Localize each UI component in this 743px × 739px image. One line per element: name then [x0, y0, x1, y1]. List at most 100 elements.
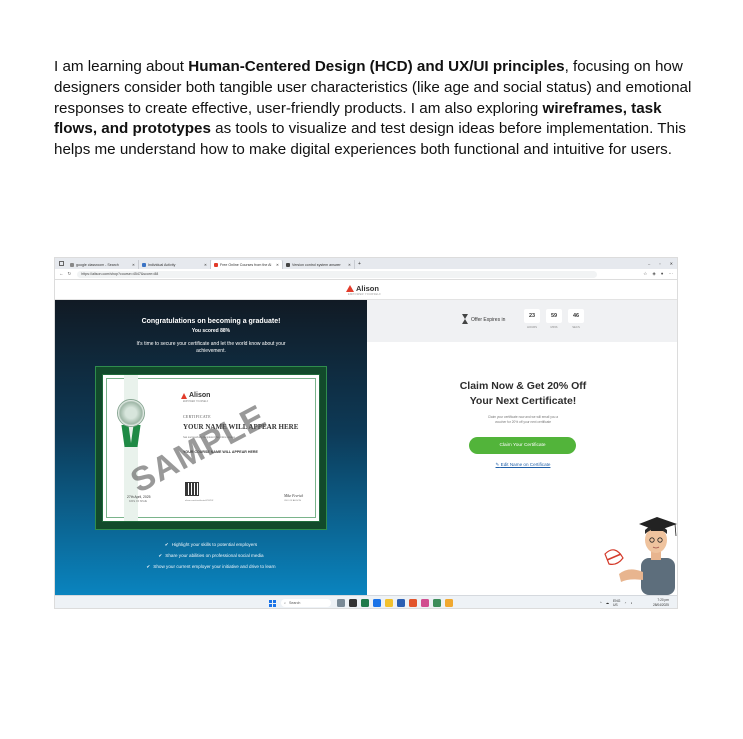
offer-label: Offer Expires in	[471, 317, 506, 323]
certificate-verify: alison.com/certificate/XXXXX	[185, 500, 214, 502]
clock-time: 7:20 pm	[657, 598, 669, 602]
claim-subtext: Claim your certificate now and we will e…	[487, 415, 559, 424]
certificate-preview: Alison EMPOWER YOURSELF CERTIFICATE YOUR…	[102, 374, 320, 522]
tab-label: Individual Activity	[148, 262, 176, 267]
clock-date: 28/04/2025	[653, 602, 669, 607]
url-text: https://alison.com/shop?course=4547&scor…	[81, 272, 159, 276]
taskbar-search-text: Search	[289, 601, 301, 605]
certificate-logo-text: Alison	[189, 392, 211, 399]
claim-heading: Claim Now & Get 20% Off Your Next Certifi…	[367, 379, 677, 409]
check-icon: ✔	[164, 542, 169, 547]
region-text: US	[612, 603, 618, 607]
browser-tab-2[interactable]: Individual Activity ✕	[139, 260, 211, 269]
certificate-signature-label: CEO OF ALISON	[284, 500, 301, 502]
paragraph-text-1: I am learning about	[54, 58, 189, 75]
clock[interactable]: 7:20 pm 28/04/2025	[653, 598, 669, 607]
certificate-logo-sub: EMPOWER YOURSELF	[183, 401, 209, 403]
taskbar-search[interactable]: ⌕ Search	[281, 599, 331, 607]
extensions-icon[interactable]: ◈	[652, 271, 655, 277]
tab-favicon-icon	[70, 262, 74, 267]
certificate-signature: Mike Feerick	[284, 494, 304, 498]
countdown-value: 46	[568, 309, 584, 323]
countdown-value: 59	[546, 309, 562, 323]
tab-close-icon[interactable]: ✕	[348, 263, 351, 267]
edit-name-link[interactable]: ✎ Edit Name on Certificate	[367, 462, 677, 468]
powerpoint-icon[interactable]	[409, 599, 417, 607]
word-icon[interactable]	[397, 599, 405, 607]
tab-label: google classroom - Search	[76, 262, 119, 267]
store-icon[interactable]	[433, 599, 441, 607]
score-text: You scored 88%	[191, 328, 231, 334]
chrome-icon[interactable]	[373, 599, 381, 607]
lang-indicator: ENG US	[613, 599, 620, 607]
tab-close-icon[interactable]: ✕	[204, 263, 207, 267]
address-bar: ← ↻ https://alison.com/shop?course=4547&…	[55, 269, 677, 280]
browser-tab-4[interactable]: Version control system answer ✕	[283, 260, 355, 269]
reload-icon[interactable]: ↻	[68, 271, 72, 277]
offer-banner: Offer Expires in 23 HOURS 59 MINS 46 SECS	[367, 300, 677, 342]
folder-icon[interactable]	[445, 599, 453, 607]
menu-icon[interactable]: ⋯	[669, 271, 674, 277]
cloud-icon[interactable]: ☁	[606, 601, 609, 605]
check-icon: ✔	[158, 553, 163, 558]
tab-close-icon[interactable]: ✕	[132, 263, 135, 267]
offer-panel: Offer Expires in 23 HOURS 59 MINS 46 SECS C…	[367, 300, 677, 595]
browser-tab-bar: google classroom - Search ✕ Individual Ac…	[55, 258, 677, 269]
task-view-icon[interactable]	[349, 599, 357, 607]
countdown-hours: 23 HOURS	[524, 309, 540, 329]
taskbar-apps	[337, 599, 453, 607]
embedded-screenshot: google classroom - Search ✕ Individual Ac…	[54, 257, 678, 609]
volume-icon[interactable]: ◖	[630, 601, 632, 605]
pencil-icon: ✎	[495, 462, 500, 467]
app-icon[interactable]	[421, 599, 429, 607]
secure-text: It's time to secure your certificate and…	[136, 341, 286, 354]
alison-logo-icon	[346, 285, 354, 292]
search-icon: ⌕	[284, 601, 287, 605]
medal-seal-icon	[117, 399, 145, 427]
alison-logo-icon	[181, 392, 187, 399]
graduate-panel: Congratulations on becoming a graduate! …	[55, 300, 367, 595]
benefit-item-1: ✔ Highlight your skills to potential empl…	[55, 542, 367, 548]
url-field[interactable]: https://alison.com/shop?course=4547&scor…	[77, 270, 598, 278]
weather-app-icon[interactable]	[337, 599, 345, 607]
star-icon[interactable]: ☆	[643, 271, 647, 277]
countdown-unit: SECS	[572, 325, 580, 329]
certificate-logo: Alison	[181, 392, 210, 399]
tab-favicon-icon	[142, 262, 146, 267]
claim-certificate-button[interactable]: Claim Your Certificate	[469, 437, 576, 454]
window-icon	[59, 261, 64, 266]
graduate-illustration	[604, 517, 677, 595]
taskbar: ⌕ Search ^ ☁ ENG US ◔ ◖ 7:20 pm 28/04/2025	[55, 595, 677, 608]
certificate-label: CERTIFICATE	[183, 415, 212, 419]
chevron-up-icon[interactable]: ^	[600, 601, 602, 605]
back-icon[interactable]: ←	[59, 271, 64, 277]
tab-close-icon[interactable]: ✕	[276, 263, 279, 267]
check-icon: ✔	[146, 564, 151, 569]
tab-favicon-icon	[214, 262, 218, 267]
window-controls: – ▫ ✕	[648, 261, 677, 266]
minimize-icon[interactable]: –	[648, 261, 650, 266]
site-header: Alison EMPOWER YOURSELF	[55, 280, 677, 300]
close-window-icon[interactable]: ✕	[670, 261, 673, 266]
file-explorer-icon[interactable]	[385, 599, 393, 607]
countdown-mins: 59 MINS	[546, 309, 562, 329]
intro-paragraph: I am learning about Human-Centered Desig…	[54, 57, 694, 161]
benefit-item-2: ✔ Share your abilities on professional so…	[55, 553, 367, 559]
browser-tab-1[interactable]: google classroom - Search ✕	[67, 260, 139, 269]
maximize-icon[interactable]: ▫	[659, 261, 660, 266]
edge-browser-icon[interactable]	[361, 599, 369, 607]
claim-heading-line-1: Claim Now & Get 20% Off	[459, 380, 587, 392]
alison-logo[interactable]: Alison	[346, 284, 379, 293]
tab-label: Version control system answer	[292, 262, 341, 267]
browser-tab-3[interactable]: Free Online Courses from the Al ✕	[211, 260, 283, 269]
wifi-icon[interactable]: ◔	[624, 601, 626, 605]
congrats-heading: Congratulations on becoming a graduate!	[141, 318, 281, 325]
new-tab-icon[interactable]: +	[358, 261, 361, 267]
benefit-item-3: ✔ Show your current employer your initiat…	[55, 564, 367, 570]
windows-start-icon[interactable]	[269, 600, 276, 607]
certificate-frame: Alison EMPOWER YOURSELF CERTIFICATE YOUR…	[95, 366, 327, 530]
profile-icon[interactable]: ●	[661, 271, 664, 277]
benefit-text: Show your current employer your initiati…	[153, 564, 276, 569]
tab-favicon-icon	[286, 262, 290, 267]
countdown-secs: 46 SECS	[568, 309, 584, 329]
